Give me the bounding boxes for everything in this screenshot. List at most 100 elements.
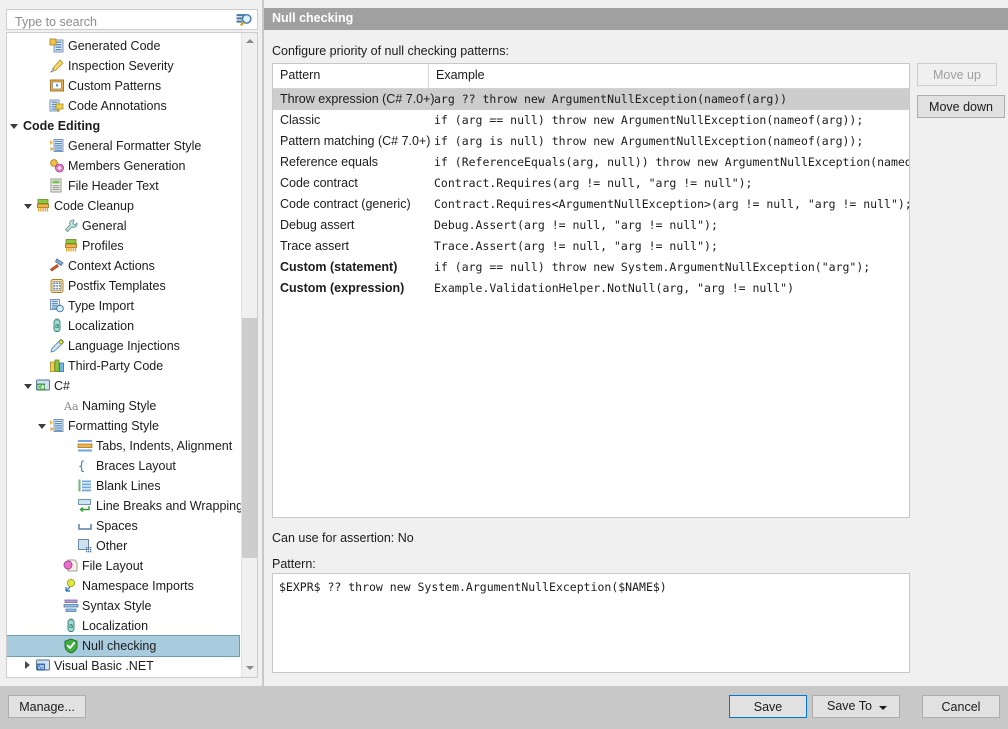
scroll-up-arrow-icon[interactable] <box>242 33 257 50</box>
pattern-cell: Trace assert <box>280 239 350 253</box>
sidebar-item-label: Context Actions <box>68 259 155 273</box>
sidebar-item-visual-basic-net[interactable]: VB Visual Basic .NET <box>7 656 241 676</box>
pattern-editor[interactable]: $EXPR$ ?? throw new System.ArgumentNullE… <box>272 573 910 673</box>
table-row[interactable]: Reference equals if (ReferenceEquals(arg,… <box>273 152 909 173</box>
table-row[interactable]: Custom (statement) if (arg == null) throw… <box>273 257 909 278</box>
sidebar-item-postfix-templates[interactable]: Postfix Templates <box>7 276 241 296</box>
sidebar-item-label: Line Breaks and Wrapping <box>96 499 244 513</box>
patterns-table-body: Throw expression (C# 7.0+) arg ?? throw n… <box>273 89 909 299</box>
table-row[interactable]: Code contract (generic) Contract.Requires… <box>273 194 909 215</box>
move-up-button[interactable]: Move up <box>917 63 997 86</box>
formatter-style-icon <box>50 139 64 152</box>
manage-button[interactable]: Manage... <box>8 695 86 718</box>
sidebar-item-null-checking[interactable]: Null checking <box>7 635 240 657</box>
search-box[interactable] <box>6 9 258 31</box>
sidebar-item-general-formatter-style[interactable]: General Formatter Style <box>7 136 241 156</box>
sidebar-item-syntax-style[interactable]: Syntax Style <box>7 596 241 616</box>
sidebar-item-profiles[interactable]: Profiles <box>7 236 241 256</box>
cancel-button[interactable]: Cancel <box>922 695 1000 718</box>
naming-style-icon: Aa <box>63 400 79 413</box>
sidebar-item-tabs-indents-alignment[interactable]: Tabs, Indents, Alignment <box>7 436 241 456</box>
save-button[interactable]: Save <box>729 695 807 718</box>
save-to-button[interactable]: Save To <box>812 695 900 718</box>
sidebar-item-label: Custom Patterns <box>68 79 162 93</box>
table-row[interactable]: Debug assert Debug.Assert(arg != null, "a… <box>273 215 909 236</box>
chevron-down-icon[interactable] <box>879 706 887 710</box>
sidebar-item-inspection-severity[interactable]: Inspection Severity <box>7 56 241 76</box>
svg-text:{ }: { } <box>78 459 93 473</box>
chevron-down-icon[interactable] <box>23 196 33 216</box>
sidebar-item-localization[interactable]: a Localization <box>7 316 241 336</box>
search-input[interactable] <box>13 12 227 31</box>
sidebar-item-label: Syntax Style <box>82 599 152 613</box>
settings-navigation-pane: Generated Code Inspection Severity Custom … <box>0 0 262 686</box>
sidebar-item-code-cleanup[interactable]: Code Cleanup <box>7 196 241 216</box>
chevron-down-icon[interactable] <box>9 116 19 136</box>
chevron-down-icon[interactable] <box>37 416 47 436</box>
sidebar-item-c[interactable]: C# C# <box>7 376 241 396</box>
settings-tree[interactable]: Generated Code Inspection Severity Custom … <box>6 32 258 678</box>
localization-icon: a <box>53 318 61 332</box>
example-cell: if (ReferenceEquals(arg, null)) throw ne… <box>434 155 909 169</box>
tree-scrollbar[interactable] <box>241 33 257 677</box>
table-row[interactable]: Code contract Contract.Requires(arg != nu… <box>273 173 909 194</box>
sidebar-item-label: Localization <box>68 319 135 333</box>
sidebar-item-code-annotations[interactable]: Code Annotations <box>7 96 241 116</box>
options-dialog: Generated Code Inspection Severity Custom … <box>0 0 1008 729</box>
sidebar-item-file-header-text[interactable]: File Header Text <box>7 176 241 196</box>
sidebar-item-label: Localization <box>82 619 149 633</box>
table-row[interactable]: Trace assert Trace.Assert(arg != null, "a… <box>273 236 909 257</box>
sidebar-item-third-party-code[interactable]: Third-Party Code <box>7 356 241 376</box>
sidebar-item-label: Blank Lines <box>96 479 161 493</box>
sidebar-item-language-injections[interactable]: Language Injections <box>7 336 241 356</box>
sidebar-item-label: General <box>82 219 127 233</box>
sidebar-item-code-editing[interactable]: Code Editing <box>7 116 241 136</box>
sidebar-item-members-generation[interactable]: Members Generation <box>7 156 241 176</box>
profiles-icon <box>65 239 77 252</box>
sidebar-item-localization[interactable]: a Localization <box>7 616 241 636</box>
column-divider[interactable] <box>428 64 429 88</box>
sidebar-item-custom-patterns[interactable]: Custom Patterns <box>7 76 241 96</box>
sidebar-item-braces-layout[interactable]: { }Braces Layout <box>7 456 241 476</box>
formatting-style-icon <box>50 419 64 432</box>
patterns-table[interactable]: Pattern Example Throw expression (C# 7.0… <box>272 63 910 518</box>
table-row[interactable]: Custom (expression) Example.ValidationHel… <box>273 278 909 299</box>
table-row[interactable]: Throw expression (C# 7.0+) arg ?? throw n… <box>273 89 909 110</box>
custom-patterns-icon <box>50 79 64 92</box>
svg-text:VB: VB <box>38 665 45 671</box>
pattern-cell: Debug assert <box>280 218 355 232</box>
tree-scrollbar-thumb[interactable] <box>242 318 257 558</box>
column-header-example[interactable]: Example <box>436 68 485 82</box>
sidebar-item-label: Formatting Style <box>68 419 160 433</box>
sidebar-item-general[interactable]: General <box>7 216 241 236</box>
pattern-value[interactable]: $EXPR$ ?? throw new System.ArgumentNullE… <box>279 580 667 594</box>
generated-code-icon <box>49 38 64 53</box>
sidebar-item-label: Spaces <box>96 519 138 533</box>
search-icon[interactable] <box>235 12 253 29</box>
sidebar-item-line-breaks-and-wrapping[interactable]: Line Breaks and Wrapping <box>7 496 244 516</box>
scroll-down-arrow-icon[interactable] <box>242 660 257 677</box>
table-row[interactable]: Pattern matching (C# 7.0+) if (arg is nul… <box>273 131 909 152</box>
sidebar-item-file-layout[interactable]: File Layout <box>7 556 241 576</box>
line-breaks-icon <box>78 499 91 513</box>
sidebar-item-label: Naming Style <box>82 399 157 413</box>
sidebar-item-type-import[interactable]: Type Import <box>7 296 241 316</box>
svg-text:Aa: Aa <box>63 400 79 413</box>
chevron-down-icon[interactable] <box>23 376 33 396</box>
table-row[interactable]: Classic if (arg == null) throw new Argume… <box>273 110 909 131</box>
other-icon <box>78 539 92 553</box>
column-header-pattern[interactable]: Pattern <box>280 68 320 82</box>
sidebar-item-formatting-style[interactable]: Formatting Style <box>7 416 241 436</box>
sidebar-item-other[interactable]: Other <box>7 536 241 556</box>
file-header-icon <box>50 178 62 193</box>
sidebar-item-blank-lines[interactable]: Blank Lines <box>7 476 241 496</box>
sidebar-item-namespace-imports[interactable]: Namespace Imports <box>7 576 241 596</box>
configure-hint-label: Configure priority of null checking patt… <box>272 44 509 58</box>
pattern-cell: Custom (expression) <box>280 281 405 295</box>
sidebar-item-spaces[interactable]: Spaces <box>7 516 241 536</box>
chevron-right-icon[interactable] <box>23 656 33 676</box>
sidebar-item-naming-style[interactable]: Aa Naming Style <box>7 396 241 416</box>
move-down-button[interactable]: Move down <box>917 95 1005 118</box>
sidebar-item-context-actions[interactable]: Context Actions <box>7 256 241 276</box>
sidebar-item-generated-code[interactable]: Generated Code <box>7 36 241 56</box>
